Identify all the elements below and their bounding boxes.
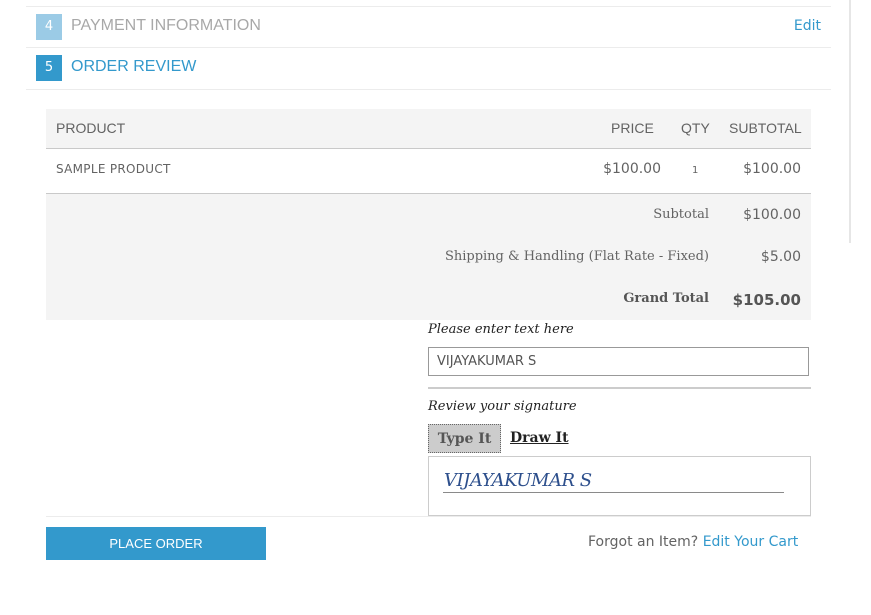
product-name: SAMPLE PRODUCT — [56, 162, 171, 176]
step-number: 4 — [36, 14, 62, 40]
step-order-review: 5 ORDER REVIEW — [26, 47, 831, 90]
signature-baseline — [443, 492, 784, 493]
subtotal-value: $100.00 — [743, 207, 801, 223]
forgot-item-label: Forgot an Item? — [588, 534, 699, 550]
grand-total-value: $105.00 — [732, 291, 801, 309]
table-header: PRODUCT PRICE QTY SUBTOTAL — [46, 109, 811, 149]
forgot-item-text: Forgot an Item? Edit Your Cart — [588, 534, 798, 550]
signature-prompt: Please enter text here — [428, 322, 574, 337]
step-number: 5 — [36, 55, 62, 81]
divider — [46, 516, 811, 517]
step-payment-information: 4 PAYMENT INFORMATION Edit — [26, 6, 831, 48]
signature-text-input[interactable] — [428, 347, 809, 376]
step-title: ORDER REVIEW — [71, 58, 197, 75]
subtotal-label: Subtotal — [653, 207, 709, 222]
scrollbar[interactable] — [849, 0, 851, 243]
signature-review-label: Review your signature — [428, 399, 577, 414]
product-qty: 1 — [692, 165, 699, 176]
product-price: $100.00 — [603, 161, 661, 177]
order-review-table: PRODUCT PRICE QTY SUBTOTAL SAMPLE PRODUC… — [46, 109, 811, 320]
tab-draw-it[interactable]: Draw It — [510, 424, 569, 453]
edit-payment-link[interactable]: Edit — [794, 18, 821, 34]
signature-pad[interactable]: VIJAYAKUMAR S — [428, 456, 811, 516]
table-row: SAMPLE PRODUCT $100.00 1 $100.00 — [46, 149, 811, 194]
header-product: PRODUCT — [56, 120, 126, 136]
signature-rendered: VIJAYAKUMAR S — [444, 470, 592, 491]
tab-type-it[interactable]: Type It — [428, 424, 501, 453]
place-order-button[interactable]: PLACE ORDER — [46, 527, 266, 560]
order-totals: Subtotal $100.00 Shipping & Handling (Fl… — [46, 194, 811, 320]
header-qty: QTY — [681, 120, 710, 136]
shipping-label: Shipping & Handling (Flat Rate - Fixed) — [444, 249, 709, 264]
divider — [428, 387, 811, 389]
grand-total-label: Grand Total — [623, 291, 709, 306]
header-subtotal: SUBTOTAL — [729, 120, 802, 136]
header-price: PRICE — [611, 120, 654, 136]
product-subtotal: $100.00 — [743, 161, 801, 177]
step-title: PAYMENT INFORMATION — [71, 17, 261, 34]
shipping-value: $5.00 — [760, 249, 801, 265]
edit-cart-link[interactable]: Edit Your Cart — [703, 534, 799, 550]
